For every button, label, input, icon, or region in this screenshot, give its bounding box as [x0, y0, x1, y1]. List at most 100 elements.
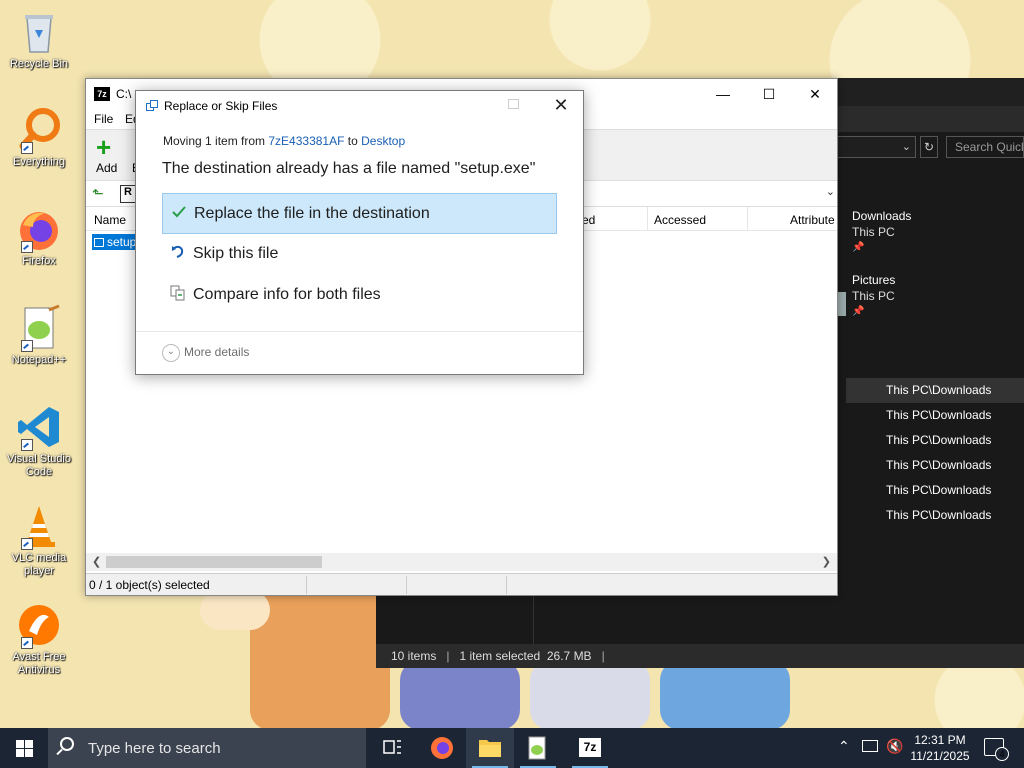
- windows-logo-icon: [16, 740, 24, 748]
- explorer-address-dropdown[interactable]: ⌄: [836, 136, 916, 158]
- column-modified[interactable]: ed: [582, 213, 595, 227]
- desktop-icon-everything[interactable]: Everything: [4, 106, 74, 169]
- show-hidden-icons-chevron-icon[interactable]: ⌃: [838, 738, 850, 755]
- replace-file-option[interactable]: Replace the file in the destination: [162, 193, 557, 234]
- menu-file[interactable]: File: [94, 112, 113, 126]
- avast-icon: [15, 601, 63, 649]
- refresh-icon[interactable]: ↻: [920, 136, 938, 158]
- desktop-icon-label: Firefox: [22, 255, 56, 267]
- status-size: 26.7 MB: [546, 649, 592, 663]
- add-label: Add: [96, 161, 118, 175]
- status-separator: [306, 576, 307, 594]
- desktop-icon-firefox[interactable]: Firefox: [4, 205, 74, 268]
- recycle-bin-icon: [15, 8, 63, 56]
- taskbar-firefox[interactable]: [418, 728, 466, 768]
- list-item[interactable]: This PC\Downloads: [846, 378, 1024, 403]
- pin-icon: 📌: [852, 306, 865, 317]
- desktop-icon-label: VLC media player: [11, 552, 67, 577]
- system-clock[interactable]: 12:31 PM 11/21/2025: [908, 732, 972, 764]
- scroll-left-arrow-icon[interactable]: ❮: [92, 555, 101, 568]
- plus-icon: +: [96, 132, 112, 162]
- chevron-down-icon[interactable]: ⌄: [826, 185, 835, 198]
- close-button[interactable]: ✕: [792, 79, 838, 109]
- scroll-right-arrow-icon[interactable]: ❯: [822, 555, 831, 568]
- moving-to-word: to: [344, 134, 362, 148]
- compare-documents-icon: [170, 285, 188, 303]
- chevron-down-icon: ⌄: [901, 141, 911, 153]
- wallpaper-character: [400, 660, 520, 730]
- replace-file-label: Replace the file in the destination: [194, 205, 430, 222]
- column-attributes[interactable]: Attribute: [790, 213, 835, 227]
- compare-files-option[interactable]: Compare info for both files: [162, 275, 557, 316]
- desktop-icon-vscode[interactable]: Visual Studio Code: [4, 403, 74, 479]
- everything-search-icon: [15, 106, 63, 154]
- column-accessed[interactable]: Accessed: [654, 213, 706, 227]
- minimize-button[interactable]: —: [700, 79, 746, 109]
- column-name[interactable]: Name: [94, 213, 126, 227]
- sevenzip-logo-icon: 7z: [579, 738, 601, 757]
- vlc-cone-icon: [15, 502, 63, 550]
- start-button[interactable]: [0, 728, 48, 768]
- dialog-close-button[interactable]: ✕: [548, 93, 574, 117]
- notification-center-icon[interactable]: 4: [984, 738, 1009, 761]
- list-item[interactable]: This PC\Downloads: [846, 403, 1024, 428]
- quick-access-item[interactable]: Pictures This PC 📌: [852, 272, 895, 320]
- scrollbar-thumb[interactable]: [106, 556, 322, 568]
- windows-logo-icon: [25, 749, 33, 757]
- folder-up-icon[interactable]: ⬑: [92, 186, 108, 202]
- conflict-message: The destination already has a file named…: [162, 160, 536, 177]
- folder-icon: [479, 740, 501, 757]
- desktop-icon-avast[interactable]: Avast Free Antivirus: [4, 601, 74, 677]
- desktop-icon-notepad-plus-plus[interactable]: Notepad++: [4, 304, 74, 367]
- network-icon[interactable]: [862, 740, 878, 752]
- source-folder-link[interactable]: 7zE433381AF: [268, 134, 344, 148]
- list-item[interactable]: This PC\Downloads: [846, 453, 1024, 478]
- list-item[interactable]: This PC\Downloads: [846, 478, 1024, 503]
- taskbar-notepad-plus-plus[interactable]: [514, 728, 562, 768]
- quick-access-location: This PC: [852, 225, 895, 239]
- skip-file-option[interactable]: Skip this file: [162, 234, 557, 275]
- task-view-button[interactable]: [368, 728, 416, 768]
- search-placeholder: Type here to search: [88, 740, 221, 757]
- more-details-toggle[interactable]: ⌄ More details: [162, 344, 249, 362]
- taskbar-search-box[interactable]: Type here to search: [48, 728, 366, 768]
- list-item[interactable]: This PC\Downloads: [846, 503, 1024, 528]
- sevenzip-status-bar: 0 / 1 object(s) selected: [86, 573, 837, 595]
- desktop-icon-label: Notepad++: [11, 354, 67, 366]
- destination-folder-link[interactable]: Desktop: [361, 134, 405, 148]
- shortcut-arrow-icon: [21, 142, 33, 154]
- quick-access-location: This PC: [852, 289, 895, 303]
- windows-logo-icon: [16, 749, 24, 757]
- desktop-icon-vlc[interactable]: VLC media player: [4, 502, 74, 578]
- explorer-search-input[interactable]: Search Quick: [946, 136, 1024, 158]
- taskbar-sevenzip[interactable]: 7z: [566, 728, 614, 768]
- desktop-icon-label: Visual Studio Code: [6, 453, 71, 478]
- desktop-icon-label: Recycle Bin: [9, 58, 69, 70]
- compare-files-label: Compare info for both files: [193, 286, 381, 303]
- firefox-icon: [431, 737, 453, 759]
- taskbar: Type here to search 7z ⌃ 🔇 12:31 PM 11/2…: [0, 728, 1024, 768]
- replace-or-skip-dialog[interactable]: Replace or Skip Files ✕ Moving 1 item fr…: [135, 90, 584, 375]
- volume-muted-icon[interactable]: 🔇: [886, 738, 903, 755]
- status-selection-text: 0 / 1 object(s) selected: [89, 578, 210, 592]
- taskbar-file-explorer[interactable]: [466, 728, 514, 768]
- file-icon: [94, 238, 104, 247]
- desktop-icon-label: Avast Free Antivirus: [12, 651, 66, 676]
- file-row-selected[interactable]: setup: [92, 234, 139, 250]
- desktop-icon-recycle-bin[interactable]: Recycle Bin: [4, 8, 74, 71]
- maximize-button-disabled: [508, 99, 519, 109]
- moving-summary: Moving 1 item from 7zE433381AF to Deskto…: [163, 134, 405, 148]
- more-details-label: More details: [184, 345, 250, 360]
- wallpaper-character: [200, 590, 270, 630]
- explorer-status-bar: 10 items | 1 item selected 26.7 MB |: [376, 644, 1024, 668]
- status-separator: |: [446, 649, 450, 663]
- wallpaper-character: [660, 660, 790, 730]
- maximize-button[interactable]: ☐: [746, 79, 792, 109]
- explorer-pane-divider: [533, 596, 534, 644]
- list-item[interactable]: This PC\Downloads: [846, 428, 1024, 453]
- horizontal-scrollbar[interactable]: ❮ ❯: [86, 553, 837, 571]
- quick-access-item[interactable]: Downloads This PC 📌: [852, 208, 911, 256]
- shortcut-arrow-icon: [21, 340, 33, 352]
- notification-count-badge: 4: [995, 747, 1009, 761]
- shortcut-arrow-icon: [21, 241, 33, 253]
